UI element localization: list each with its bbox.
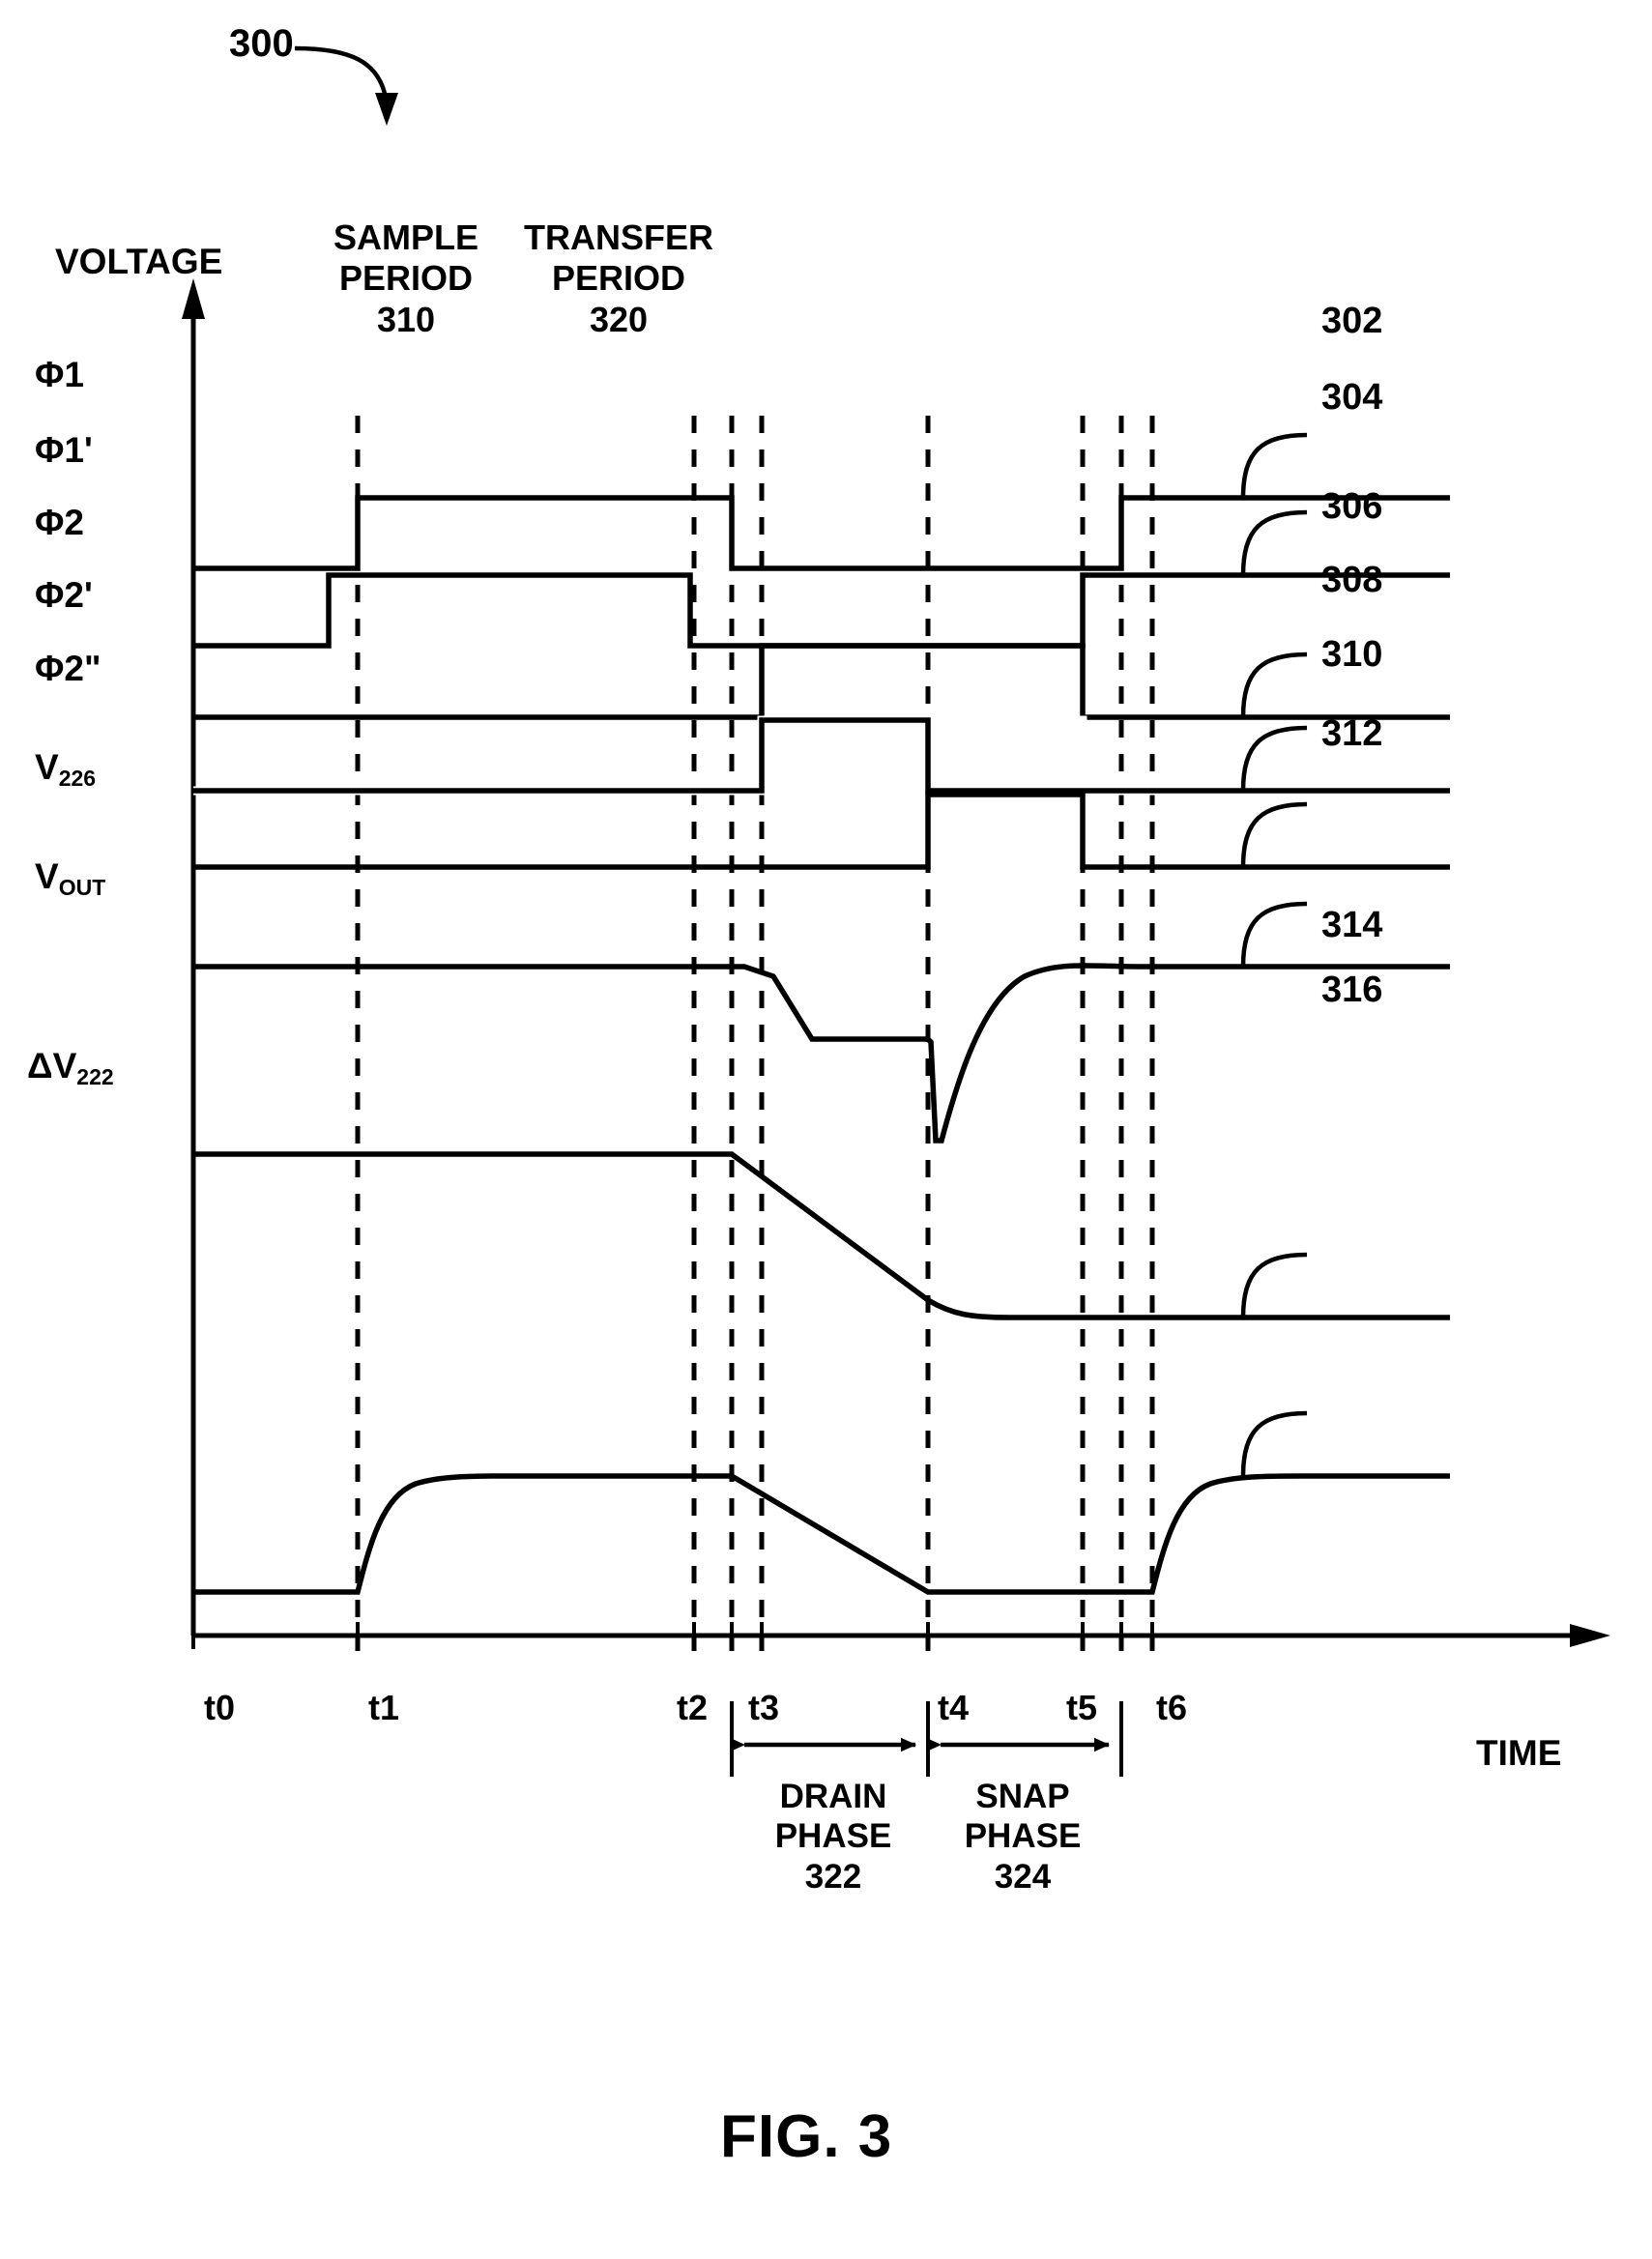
leader-308 [1240,725,1308,792]
waveform-v226 [193,963,1450,1144]
leader-304 [1240,509,1308,576]
leader-316 [1240,1410,1308,1477]
phase-span-indicators [730,1701,1123,1777]
waveform-vout [193,1151,1450,1320]
axis-lines [182,278,1610,1647]
leader-310 [1240,801,1308,868]
leader-312 [1240,901,1308,968]
timing-diagram-svg [182,45,1610,1777]
waveform-dv222 [193,1473,1450,1595]
leader-314 [1240,1252,1308,1318]
leader-302 [1240,432,1308,499]
waveform-phi1 [193,495,1450,571]
waveform-phi2-prime [193,717,1450,794]
waveform-phi2-dprime [193,792,1450,870]
leader-306 [1240,652,1308,718]
ref-300-leader [294,45,398,126]
figure-canvas: 300 SAMPLE PERIOD 310 TRANSFER PERIOD 32… [0,0,1652,2259]
waveform-phi2 [193,643,1450,720]
waveform-phi2-prime-final [193,717,1450,794]
waveform-phi1-prime [193,572,1450,649]
